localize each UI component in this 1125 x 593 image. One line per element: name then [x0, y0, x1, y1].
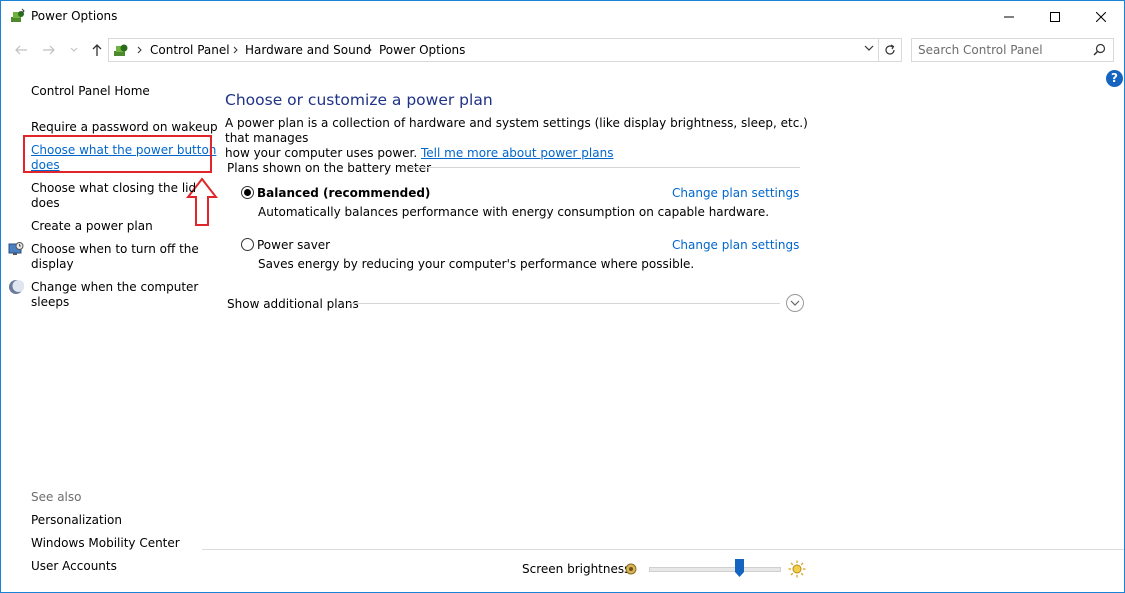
additional-plans-divider [350, 303, 780, 304]
balanced-plan-description: Automatically balances performance with … [258, 205, 770, 219]
power-saver-plan-radio[interactable] [241, 238, 254, 251]
search-box[interactable] [911, 38, 1114, 62]
balanced-plan-radio[interactable] [241, 186, 254, 199]
sidebar-item-turn-off-display[interactable]: Choose when to turn off the display [31, 242, 199, 272]
up-arrow-icon [92, 44, 102, 56]
sidebar-item-label: does [31, 196, 60, 210]
dim-brightness-icon [625, 563, 637, 575]
balanced-plan-name[interactable]: Balanced (recommended) [257, 186, 430, 200]
address-bar[interactable]: Control Panel Hardware and Sound Power O… [108, 38, 879, 62]
highlight-box [23, 135, 212, 173]
power-saver-plan-name[interactable]: Power saver [257, 238, 330, 252]
control-panel-icon [114, 44, 128, 56]
chevron-down-icon [70, 47, 78, 52]
back-arrow-icon [15, 45, 27, 55]
power-saver-plan-description: Saves energy by reducing your computer's… [258, 257, 695, 271]
bright-brightness-icon [788, 560, 806, 578]
plans-group-label: Plans shown on the battery meter [227, 161, 432, 175]
see-also-heading: See also [31, 490, 82, 504]
sidebar-item-require-password[interactable]: Require a password on wakeup [31, 120, 218, 135]
sidebar-item-computer-sleeps[interactable]: Change when the computer sleeps [31, 280, 198, 310]
see-also-personalization-link[interactable]: Personalization [31, 513, 122, 528]
description-text: A power plan is a collection of hardware… [225, 116, 808, 145]
up-button[interactable] [88, 41, 106, 59]
brightness-slider-thumb[interactable] [734, 559, 744, 577]
sidebar-item-closing-lid[interactable]: Choose what closing the lid does [31, 181, 196, 211]
page-title: Choose or customize a power plan [225, 91, 493, 109]
sidebar-item-label: Change when the computer [31, 280, 199, 294]
balanced-change-settings-link[interactable]: Change plan settings [672, 186, 799, 200]
group-divider [411, 167, 800, 168]
show-additional-plans-label[interactable]: Show additional plans [227, 297, 359, 311]
see-also-user-accounts-link[interactable]: User Accounts [31, 559, 117, 574]
see-also-mobility-center-link[interactable]: Windows Mobility Center [31, 536, 180, 551]
brightness-slider-track[interactable] [649, 567, 781, 572]
forward-arrow-icon [43, 45, 55, 55]
expand-additional-plans-button[interactable] [786, 294, 804, 312]
forward-button[interactable] [40, 41, 58, 59]
page-description: A power plan is a collection of hardware… [225, 116, 825, 161]
display-clock-icon [8, 242, 24, 255]
description-text: how your computer uses power. [225, 146, 418, 160]
maximize-icon [1050, 11, 1060, 22]
sidebar-item-label: display [31, 257, 74, 271]
breadcrumb-separator-icon [137, 46, 142, 54]
power-saver-change-settings-link[interactable]: Change plan settings [672, 238, 799, 252]
breadcrumb-power-options[interactable]: Power Options [379, 43, 465, 57]
sidebar-item-label: Create a power plan [31, 219, 153, 233]
recent-locations-button[interactable] [65, 41, 83, 59]
maximize-button[interactable] [1032, 1, 1078, 32]
breadcrumb-control-panel[interactable]: Control Panel [150, 43, 230, 57]
minimize-icon [1004, 16, 1014, 17]
search-input[interactable] [918, 42, 1083, 58]
screen-brightness-label: Screen brightness: [522, 562, 635, 576]
sidebar-item-label: Require a password on wakeup [31, 120, 218, 134]
title-bar: Power Options [1, 1, 1124, 32]
address-dropdown-icon[interactable] [864, 44, 874, 52]
refresh-button[interactable] [878, 38, 902, 62]
close-button[interactable] [1078, 1, 1124, 32]
breadcrumb-hardware-and-sound[interactable]: Hardware and Sound [245, 43, 371, 57]
help-button[interactable]: ? [1106, 70, 1123, 87]
chevron-down-icon [790, 300, 800, 306]
breadcrumb-separator-icon [233, 46, 238, 54]
control-panel-home-link[interactable]: Control Panel Home [31, 84, 150, 99]
breadcrumb-separator-icon [367, 46, 372, 54]
back-button[interactable] [12, 41, 30, 59]
sidebar-item-create-plan[interactable]: Create a power plan [31, 219, 153, 234]
minimize-button[interactable] [986, 1, 1032, 32]
refresh-icon [885, 44, 895, 55]
close-icon [1096, 11, 1106, 22]
moon-icon [9, 280, 24, 294]
window-title: Power Options [31, 9, 118, 23]
tell-me-more-link[interactable]: Tell me more about power plans [421, 146, 613, 160]
sidebar-item-label: sleeps [31, 295, 70, 309]
power-options-window: Power Options Control Panel Hardware and… [0, 0, 1125, 593]
sidebar-item-label: Choose when to turn off the [31, 242, 199, 256]
search-icon [1093, 43, 1106, 56]
footer-divider [202, 549, 1124, 550]
sidebar-item-label: Choose what closing the lid [31, 181, 197, 195]
power-options-app-icon [11, 8, 25, 22]
